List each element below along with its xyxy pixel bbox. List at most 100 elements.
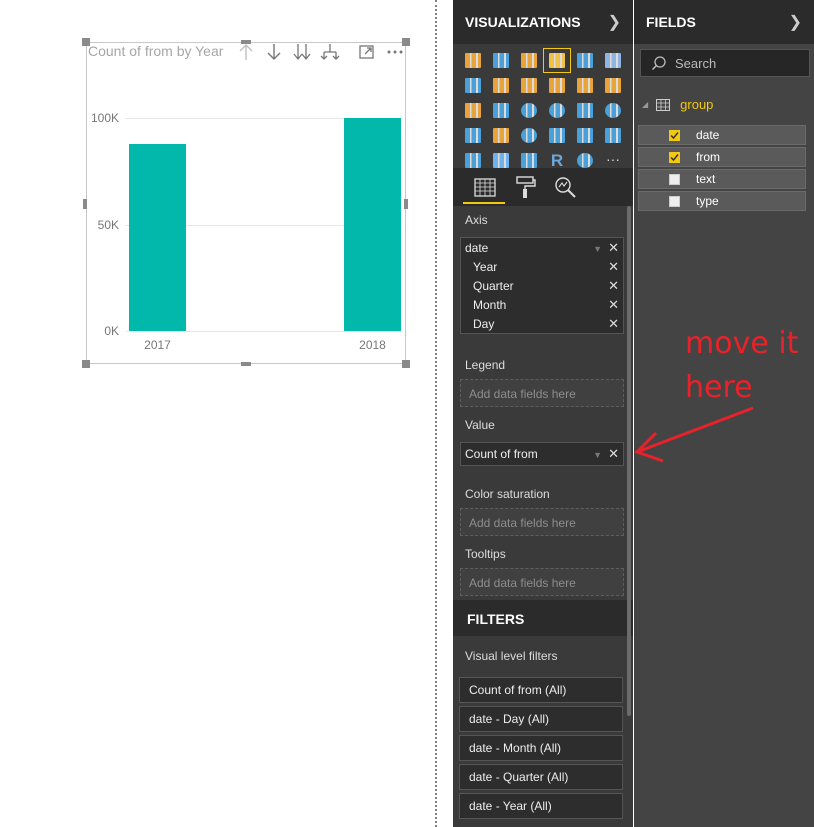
field-row-text[interactable]: text bbox=[638, 169, 806, 189]
gauge-icon bbox=[521, 128, 537, 143]
color-saturation-dropzone[interactable]: Add data fields here bbox=[460, 508, 624, 536]
remove-field-icon[interactable]: ✕ bbox=[608, 446, 619, 461]
more-options-icon[interactable] bbox=[386, 42, 404, 62]
field-row-from[interactable]: from bbox=[638, 147, 806, 167]
line-visual-icon[interactable] bbox=[459, 73, 487, 98]
scatter-visual-icon[interactable] bbox=[487, 98, 515, 123]
r-visual-icon: R bbox=[550, 150, 564, 170]
axis-field-date[interactable]: date ▼ ✕ bbox=[461, 238, 623, 257]
filled-map-visual-icon[interactable] bbox=[459, 123, 487, 148]
resize-handle-bm[interactable] bbox=[241, 362, 251, 366]
hierarchy-level-year[interactable]: Year ✕ bbox=[461, 257, 623, 276]
visual-title: Count of from by Year bbox=[88, 43, 224, 59]
y-tick-label: 100K bbox=[90, 111, 119, 125]
card-visual-icon[interactable] bbox=[543, 123, 571, 148]
filter-card-date-day[interactable]: date - Day (All) bbox=[459, 706, 623, 732]
remove-field-icon[interactable]: ✕ bbox=[608, 259, 619, 275]
field-wells: Axis date ▼ ✕ Year ✕ Quarter ✕ Month ✕ Day ✕ … bbox=[453, 206, 633, 600]
fields-header[interactable]: FIELDS ❯ bbox=[634, 0, 814, 44]
treemap-visual-icon[interactable] bbox=[571, 98, 599, 123]
checkbox-checked-icon[interactable] bbox=[669, 129, 680, 141]
resize-handle-bl[interactable] bbox=[82, 360, 90, 368]
100-stacked-column-visual-icon[interactable] bbox=[599, 48, 627, 73]
waterfall-visual-icon[interactable] bbox=[459, 98, 487, 123]
dropdown-caret-icon[interactable]: ▼ bbox=[593, 450, 602, 460]
line-and-clustered-column-visual-icon[interactable] bbox=[571, 73, 599, 98]
area-visual-icon[interactable] bbox=[487, 73, 515, 98]
clustered-column-visual-icon[interactable] bbox=[543, 48, 571, 73]
visualizations-title: VISUALIZATIONS bbox=[465, 14, 581, 30]
line-and-stacked-column-visual-icon[interactable] bbox=[543, 73, 571, 98]
checkbox-unchecked-icon[interactable] bbox=[669, 173, 680, 185]
bar-2017[interactable] bbox=[129, 143, 186, 331]
resize-handle-ml[interactable] bbox=[83, 199, 87, 209]
hierarchy-level-month[interactable]: Month ✕ bbox=[461, 295, 623, 314]
ribbon-visual-icon[interactable] bbox=[599, 73, 627, 98]
ribbon-icon bbox=[605, 78, 621, 93]
collapse-chevron-icon[interactable]: ❯ bbox=[608, 12, 621, 32]
legend-well-dropzone[interactable]: Add data fields here bbox=[460, 379, 624, 407]
donut-icon bbox=[549, 103, 565, 118]
filters-header[interactable]: FILTERS bbox=[453, 600, 633, 636]
donut-visual-icon[interactable] bbox=[543, 98, 571, 123]
value-field-count-of-from[interactable]: Count of from ▼ ✕ bbox=[461, 443, 623, 465]
drill-up-icon[interactable] bbox=[236, 42, 256, 62]
clustered-column-icon bbox=[549, 53, 565, 68]
remove-field-icon[interactable]: ✕ bbox=[608, 297, 619, 313]
stacked-area-visual-icon[interactable] bbox=[515, 73, 543, 98]
field-row-date[interactable]: date bbox=[638, 125, 806, 145]
fields-title: FIELDS bbox=[646, 14, 696, 30]
gauge-visual-icon[interactable] bbox=[515, 123, 543, 148]
globe-icon bbox=[577, 153, 593, 168]
expand-triangle-icon[interactable]: ◢ bbox=[642, 100, 648, 109]
fields-tab-icon[interactable] bbox=[472, 174, 498, 200]
multi-row-card-icon bbox=[577, 128, 593, 143]
filter-card-date-month[interactable]: date - Month (All) bbox=[459, 735, 623, 761]
remove-field-icon[interactable]: ✕ bbox=[608, 278, 619, 294]
axis-well[interactable]: date ▼ ✕ Year ✕ Quarter ✕ Month ✕ Day ✕ bbox=[460, 237, 624, 334]
area-icon bbox=[493, 78, 509, 93]
stacked-column-visual-icon[interactable] bbox=[487, 48, 515, 73]
resize-handle-mr[interactable] bbox=[404, 199, 408, 209]
kpi-visual-icon[interactable] bbox=[599, 123, 627, 148]
hierarchy-level-quarter[interactable]: Quarter ✕ bbox=[461, 276, 623, 295]
dropdown-caret-icon[interactable]: ▼ bbox=[593, 244, 602, 254]
filter-card-count-of-from[interactable]: Count of from (All) bbox=[459, 677, 623, 703]
checkbox-unchecked-icon[interactable] bbox=[669, 195, 680, 207]
stacked-bar-icon bbox=[465, 53, 481, 68]
line-and-clustered-column-icon bbox=[577, 78, 593, 93]
expand-next-level-icon[interactable] bbox=[320, 42, 340, 62]
resize-handle-br[interactable] bbox=[402, 360, 410, 368]
table-group-node[interactable]: ◢ group bbox=[642, 97, 713, 112]
remove-field-icon[interactable]: ✕ bbox=[608, 240, 619, 255]
multi-row-card-visual-icon[interactable] bbox=[571, 123, 599, 148]
clustered-bar-visual-icon[interactable] bbox=[515, 48, 543, 73]
filter-card-date-quarter[interactable]: date - Quarter (All) bbox=[459, 764, 623, 790]
filter-card-date-year[interactable]: date - Year (All) bbox=[459, 793, 623, 819]
field-row-type[interactable]: type bbox=[638, 191, 806, 211]
fields-search-input[interactable]: Search bbox=[640, 49, 810, 77]
100-stacked-bar-visual-icon[interactable] bbox=[571, 48, 599, 73]
gridline bbox=[126, 331, 402, 332]
x-tick-label: 2018 bbox=[359, 338, 386, 352]
remove-field-icon[interactable]: ✕ bbox=[608, 316, 619, 332]
visualizations-header[interactable]: VISUALIZATIONS ❯ bbox=[453, 0, 633, 44]
focus-mode-icon[interactable] bbox=[356, 42, 378, 62]
report-canvas[interactable]: Count of from by Year 100K 50K 0K 2017 2018 bbox=[0, 0, 437, 827]
checkbox-checked-icon[interactable] bbox=[669, 151, 680, 163]
bar-2018[interactable] bbox=[344, 118, 401, 331]
stacked-bar-visual-icon[interactable] bbox=[459, 48, 487, 73]
pane-scrollbar[interactable] bbox=[627, 206, 631, 716]
drill-down-icon[interactable] bbox=[264, 42, 284, 62]
expand-all-icon[interactable] bbox=[292, 42, 312, 62]
tooltips-dropzone[interactable]: Add data fields here bbox=[460, 568, 624, 596]
funnel-visual-icon[interactable] bbox=[487, 123, 515, 148]
map-visual-icon[interactable] bbox=[599, 98, 627, 123]
value-well[interactable]: Count of from ▼ ✕ bbox=[460, 442, 624, 466]
pie-visual-icon[interactable] bbox=[515, 98, 543, 123]
format-paint-roller-icon[interactable] bbox=[512, 174, 538, 200]
collapse-chevron-icon[interactable]: ❯ bbox=[789, 12, 802, 32]
analytics-magnifier-icon[interactable] bbox=[552, 174, 578, 200]
hierarchy-level-day[interactable]: Day ✕ bbox=[461, 314, 623, 333]
slicer-icon bbox=[465, 153, 481, 168]
